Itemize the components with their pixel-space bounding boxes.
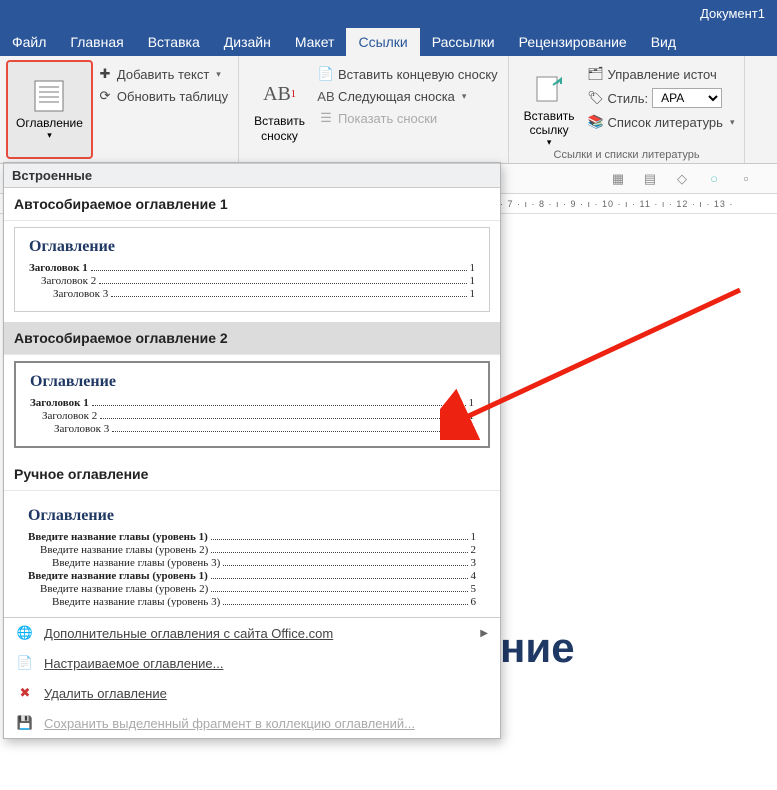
menu-save-selection: 💾 Сохранить выделенный фрагмент в коллек… xyxy=(4,708,500,738)
office-icon: 🌐 xyxy=(16,624,34,642)
chevron-down-icon: ▾ xyxy=(47,130,52,141)
gallery-preview-manual[interactable]: Оглавление Введите название главы (урове… xyxy=(14,497,490,607)
insert-endnote-button[interactable]: 📄 Вставить концевую сноску xyxy=(314,64,502,84)
tab-file[interactable]: Файл xyxy=(0,28,58,56)
group-label-citations: Ссылки и списки литературь xyxy=(509,149,745,161)
chevron-down-icon: ▾ xyxy=(547,137,552,148)
gallery-auto-toc-2[interactable]: Автособираемое оглавление 2 xyxy=(4,322,500,355)
tab-design[interactable]: Дизайн xyxy=(212,28,283,56)
tab-layout[interactable]: Макет xyxy=(283,28,347,56)
tab-review[interactable]: Рецензирование xyxy=(507,28,639,56)
toc-gallery: Встроенные Автособираемое оглавление 1 О… xyxy=(3,162,501,739)
style-icon: 🏷 xyxy=(588,90,604,106)
save-selection-icon: 💾 xyxy=(16,714,34,732)
show-notes-icon: ☰ xyxy=(318,110,334,126)
gallery-manual-toc[interactable]: Ручное оглавление xyxy=(4,458,500,491)
style-select[interactable]: APA xyxy=(652,88,722,108)
insert-citation-label: Вставить ссылку xyxy=(524,109,575,138)
tab-mailings[interactable]: Рассылки xyxy=(420,28,507,56)
titlebar: Документ1 xyxy=(0,0,777,26)
toc-button[interactable]: Оглавление ▾ xyxy=(6,60,93,159)
remove-icon: ✖ xyxy=(16,684,34,702)
next-footnote-button[interactable]: AB Следующая сноска xyxy=(314,86,502,106)
citation-icon xyxy=(531,71,567,107)
insert-footnote-label: Вставить сноску xyxy=(254,114,305,143)
document-heading-fragment: ние xyxy=(500,624,575,672)
toolbar-icon-5[interactable]: ▫ xyxy=(735,168,757,190)
endnote-icon: 📄 xyxy=(318,66,334,82)
update-table-button[interactable]: ⟳ Обновить таблицу xyxy=(93,86,232,106)
style-dropdown[interactable]: 🏷 Стиль: APA xyxy=(584,86,739,110)
gallery-auto-toc-1[interactable]: Автособираемое оглавление 1 xyxy=(4,188,500,221)
bibliography-icon: 📚 xyxy=(588,114,604,130)
sources-icon: 🗂 xyxy=(588,66,604,82)
toc-label: Оглавление xyxy=(16,116,83,130)
gallery-preview-auto2[interactable]: Оглавление Заголовок 11 Заголовок 21 Заг… xyxy=(14,361,490,448)
toolbar-icon-3[interactable]: ◇ xyxy=(671,168,693,190)
gallery-section-builtin: Встроенные xyxy=(4,163,500,188)
next-footnote-icon: AB xyxy=(318,88,334,104)
menu-remove-toc[interactable]: ✖ Удалить оглавление xyxy=(4,678,500,708)
bibliography-button[interactable]: 📚 Список литературь xyxy=(584,112,739,132)
add-text-button[interactable]: ✚ Добавить текст xyxy=(93,64,232,84)
custom-toc-icon: 📄 xyxy=(16,654,34,672)
tab-view[interactable]: Вид xyxy=(639,28,688,56)
toolbar-icon-1[interactable]: ▦ xyxy=(607,168,629,190)
manage-sources-button[interactable]: 🗂 Управление источ xyxy=(584,64,739,84)
insert-footnote-button[interactable]: AB1 Вставить сноску xyxy=(245,60,314,159)
gallery-preview-auto1[interactable]: Оглавление Заголовок 11 Заголовок 21 Заг… xyxy=(14,227,490,312)
tab-insert[interactable]: Вставка xyxy=(136,28,212,56)
footnote-icon: AB1 xyxy=(262,76,298,112)
add-text-icon: ✚ xyxy=(97,66,113,82)
update-icon: ⟳ xyxy=(97,88,113,104)
ribbon: Оглавление ▾ ✚ Добавить текст ⟳ Обновить… xyxy=(0,56,777,164)
insert-citation-button[interactable]: Вставить ссылку ▾ xyxy=(515,60,584,159)
show-footnotes-button[interactable]: ☰ Показать сноски xyxy=(314,108,502,128)
ribbon-tabs: Файл Главная Вставка Дизайн Макет Ссылки… xyxy=(0,26,777,56)
toolbar-icon-4[interactable]: ○ xyxy=(703,168,725,190)
chevron-right-icon: ▶ xyxy=(480,628,488,639)
document-title: Документ1 xyxy=(700,6,765,21)
tab-references[interactable]: Ссылки xyxy=(346,28,419,56)
tab-home[interactable]: Главная xyxy=(58,28,135,56)
toolbar-icon-2[interactable]: ▤ xyxy=(639,168,661,190)
menu-more-office[interactable]: 🌐 Дополнительные оглавления с сайта Offi… xyxy=(4,618,500,648)
toc-icon xyxy=(31,78,67,114)
gallery-menu: 🌐 Дополнительные оглавления с сайта Offi… xyxy=(4,617,500,738)
menu-custom-toc[interactable]: 📄 Настраиваемое оглавление... xyxy=(4,648,500,678)
